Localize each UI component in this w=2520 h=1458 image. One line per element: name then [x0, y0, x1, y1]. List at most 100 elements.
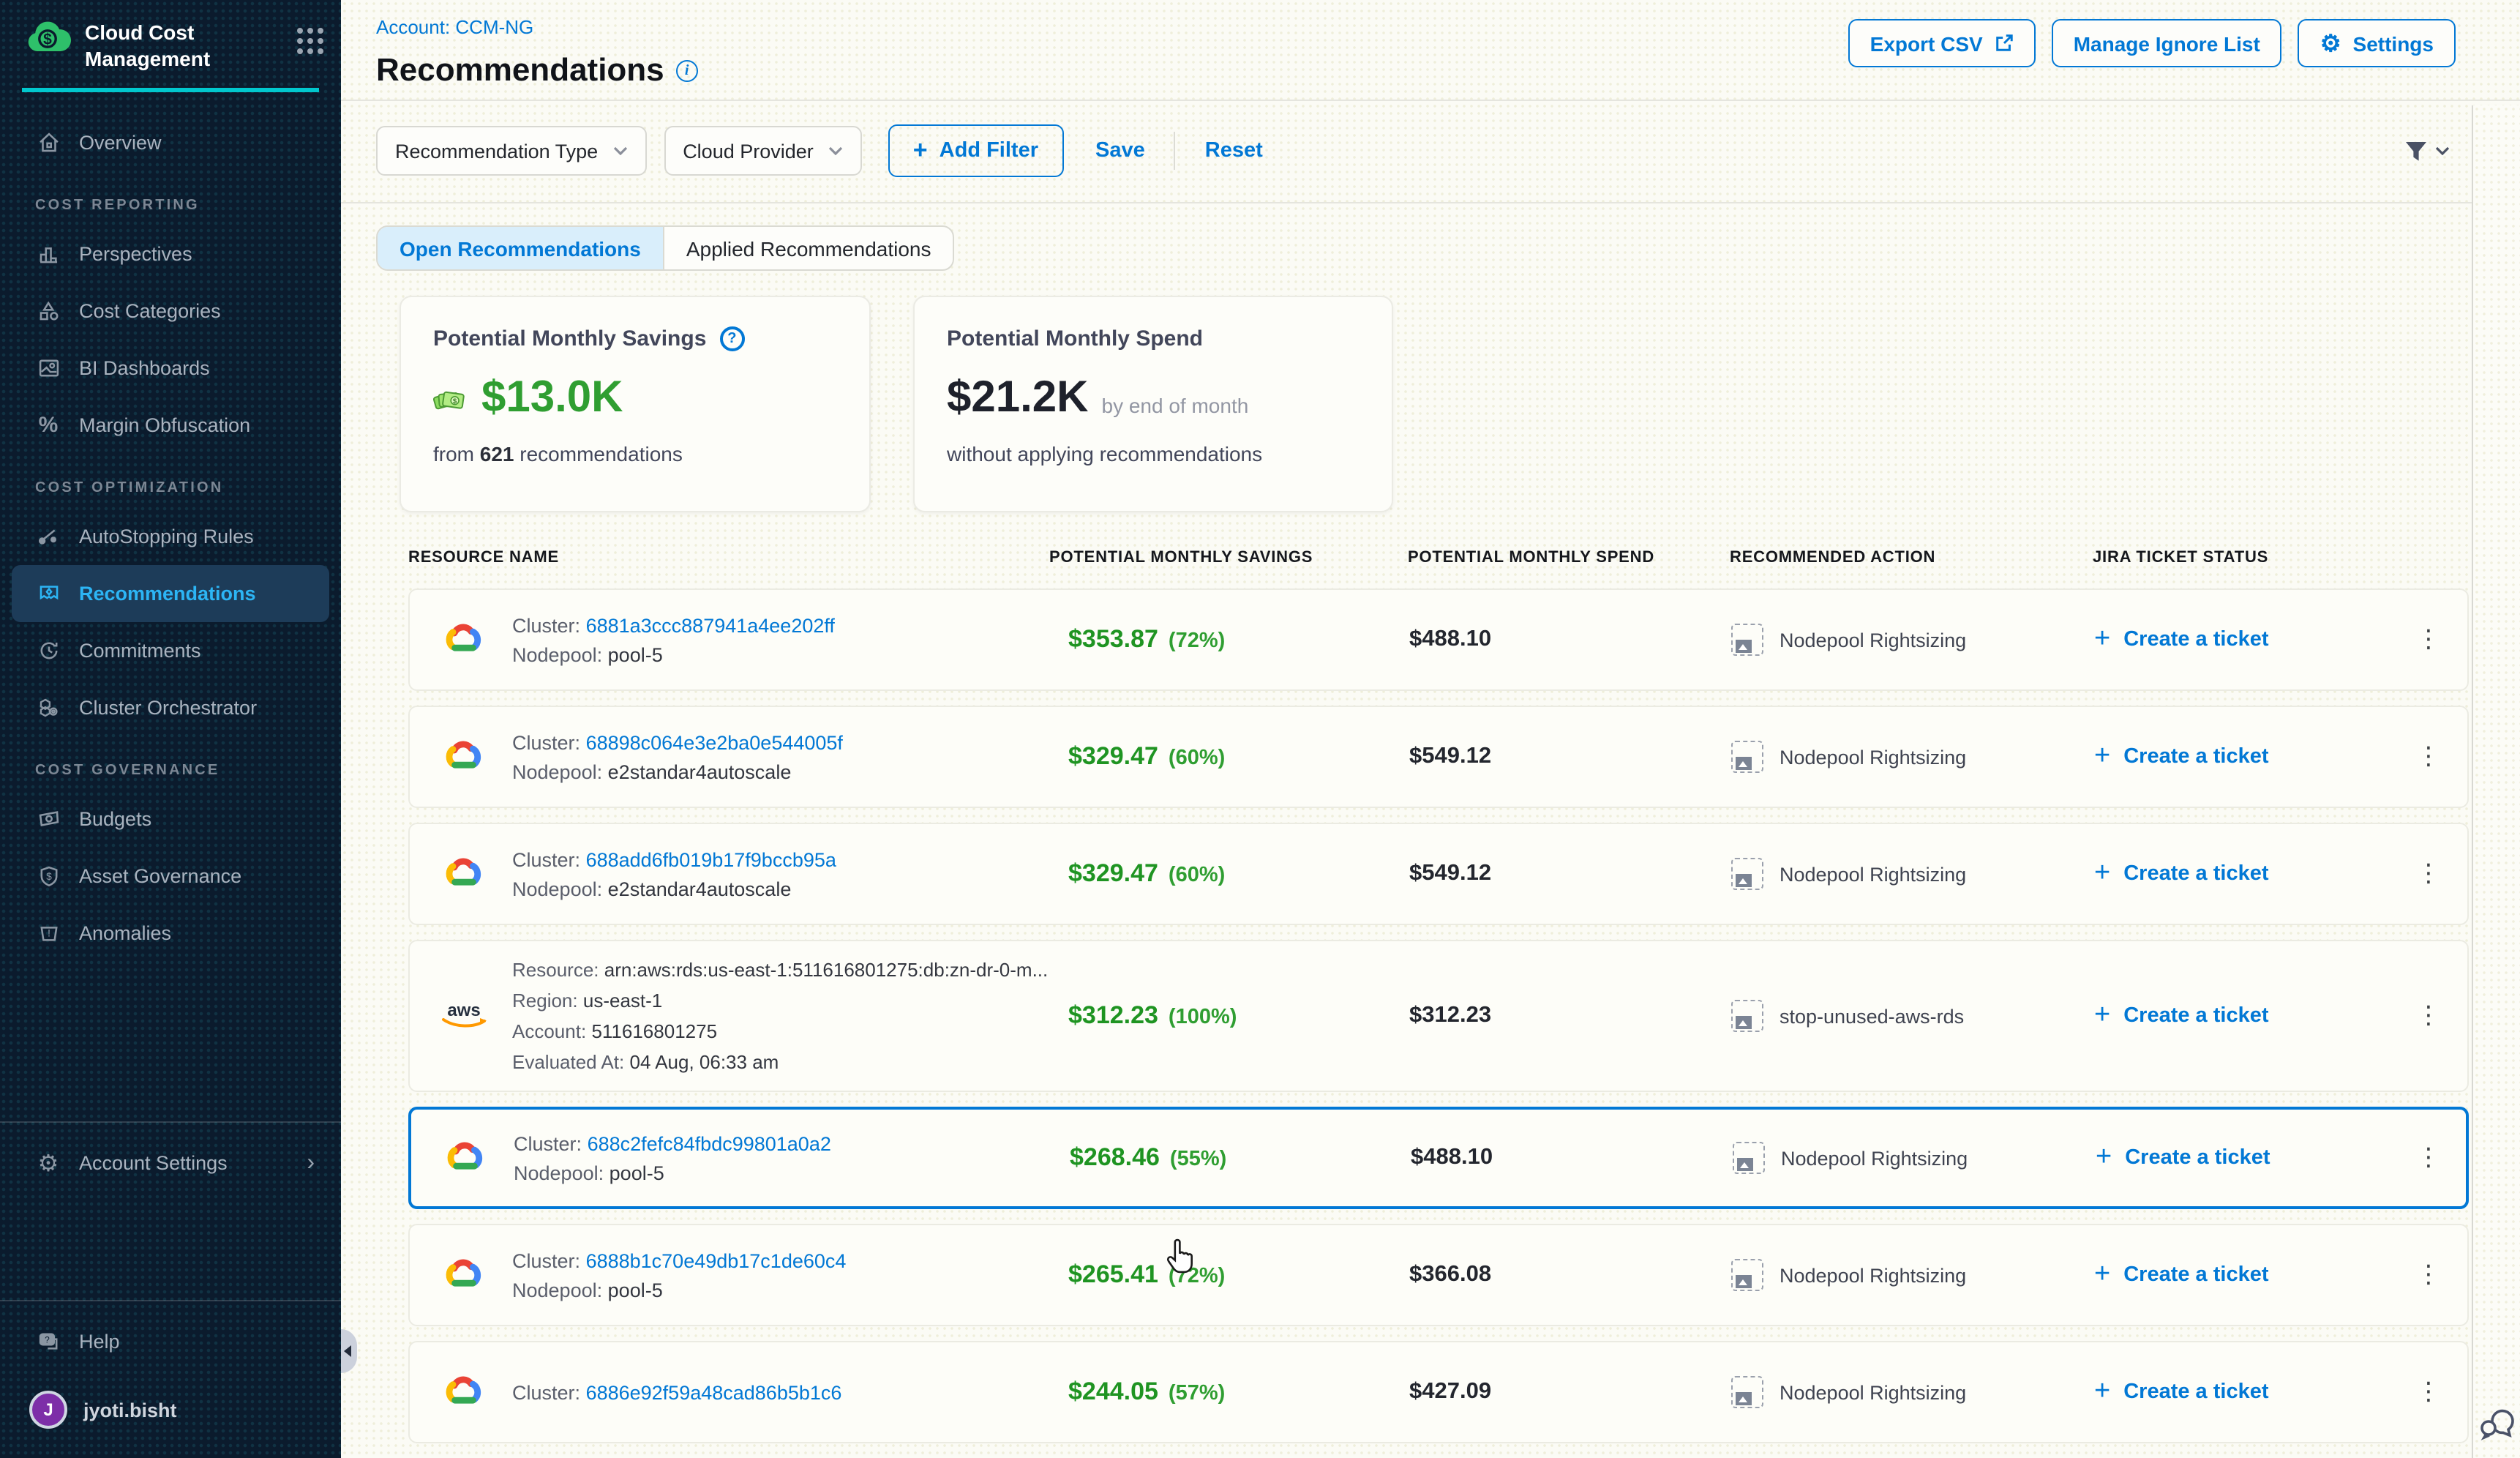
sidebar-item-label: Asset Governance — [79, 866, 241, 888]
cluster-link[interactable]: 688add6fb019b17f9bccb95a — [586, 848, 836, 870]
gcp-logo-icon — [439, 739, 489, 774]
sidebar-item-label: Budgets — [79, 809, 151, 831]
manage-ignore-list-button[interactable]: Manage Ignore List — [2052, 19, 2282, 67]
tab-open-recommendations[interactable]: Open Recommendations — [378, 227, 663, 269]
row-kebab-menu[interactable]: ⋮ — [2407, 1260, 2451, 1290]
gcp-logo-icon — [439, 856, 489, 891]
action-cell: Nodepool Rightsizing — [1731, 1259, 2094, 1291]
create-ticket-button[interactable]: + Create a ticket — [2096, 1142, 2393, 1174]
recommendation-type-dropdown[interactable]: Recommendation Type — [376, 127, 646, 176]
table-row[interactable]: Cluster: 6888b1c70e49db17c1de60c4 Nodepo… — [408, 1224, 2469, 1326]
create-ticket-button[interactable]: + Create a ticket — [2094, 1376, 2391, 1408]
sidebar-item-margin-obfuscation[interactable]: % Margin Obfuscation — [0, 397, 341, 455]
sidebar-item-label: Cost Categories — [79, 301, 221, 323]
cluster-link[interactable]: 6881a3ccc887941a4ee202ff — [586, 614, 835, 636]
reset-filter-button[interactable]: Reset — [1205, 140, 1263, 163]
sidebar-item-bi-dashboards[interactable]: BI Dashboards — [0, 340, 341, 397]
chevron-down-icon — [612, 147, 627, 156]
export-csv-button[interactable]: Export CSV — [1848, 19, 2036, 67]
savings-cell: $353.87(72%) — [1051, 625, 1409, 654]
help-chat-icon: ? — [35, 1328, 61, 1355]
savings-cell: $329.47(60%) — [1051, 742, 1409, 771]
rightsizing-icon — [1731, 1259, 1763, 1291]
gear-icon: ⚙ — [2320, 29, 2341, 58]
help-circle-icon[interactable]: ? — [719, 326, 744, 351]
row-kebab-menu[interactable]: ⋮ — [2407, 1143, 2451, 1173]
create-ticket-button[interactable]: + Create a ticket — [2094, 1259, 2391, 1291]
sidebar-item-cluster-orchestrator[interactable]: Cluster Orchestrator — [0, 680, 341, 737]
dashboard-image-icon — [35, 356, 61, 382]
create-ticket-button[interactable]: + Create a ticket — [2094, 624, 2391, 656]
brand: $ Cloud Cost Management — [0, 0, 341, 72]
settings-button[interactable]: ⚙ Settings — [2298, 19, 2456, 67]
sidebar: $ Cloud Cost Management Overview COST RE… — [0, 0, 341, 1458]
spend-cell: $488.10 — [1409, 627, 1731, 653]
row-kebab-menu[interactable]: ⋮ — [2407, 742, 2451, 771]
sidebar-item-asset-governance[interactable]: $ Asset Governance — [0, 848, 341, 905]
cluster-link[interactable]: 688c2fefc84fbdc99801a0a2 — [588, 1132, 831, 1154]
external-link-icon — [1995, 34, 2014, 53]
cluster-link[interactable]: 6888b1c70e49db17c1de60c4 — [586, 1249, 847, 1271]
table-row[interactable]: Cluster: 6881a3ccc887941a4ee202ff Nodepo… — [408, 588, 2469, 691]
chevron-right-icon: › — [307, 1150, 326, 1176]
spend-cell: $549.12 — [1409, 744, 1731, 770]
row-kebab-menu[interactable]: ⋮ — [2407, 1377, 2451, 1407]
recommendations-icon — [35, 581, 61, 608]
brand-line2: Management — [85, 45, 297, 72]
sidebar-item-autostopping-rules[interactable]: AutoStopping Rules — [0, 509, 341, 566]
home-icon — [35, 130, 61, 157]
create-ticket-button[interactable]: + Create a ticket — [2094, 741, 2391, 773]
table-row[interactable]: Cluster: 68898c064e3e2ba0e544005f Nodepo… — [408, 706, 2469, 808]
resource-center-icon[interactable] — [2478, 1402, 2516, 1440]
sidebar-item-recommendations[interactable]: Recommendations — [12, 566, 329, 623]
sidebar-item-budgets[interactable]: Budgets — [0, 791, 341, 848]
recommendations-table: RESOURCE NAME POTENTIAL MONTHLY SAVINGS … — [408, 549, 2469, 1443]
page-header: Account: CCM-NG Recommendations i Export… — [341, 0, 2520, 101]
add-filter-button[interactable]: + Add Filter — [888, 125, 1063, 178]
percent-icon: % — [35, 413, 61, 439]
table-row-selected[interactable]: Cluster: 688c2fefc84fbdc99801a0a2 Nodepo… — [408, 1107, 2469, 1209]
user-profile[interactable]: J jyoti.bisht — [0, 1376, 341, 1443]
table-row[interactable]: Cluster: 688add6fb019b17f9bccb95a Nodepo… — [408, 823, 2469, 925]
sidebar-item-cost-categories[interactable]: Cost Categories — [0, 283, 341, 340]
sidebar-divider — [0, 1300, 341, 1301]
sidebar-item-label: Account Settings — [79, 1152, 228, 1174]
tab-applied-recommendations[interactable]: Applied Recommendations — [663, 227, 953, 269]
filter-bar: Recommendation Type Cloud Provider + Add… — [341, 101, 2520, 203]
clock-refresh-icon — [35, 638, 61, 665]
cluster-link[interactable]: 68898c064e3e2ba0e544005f — [586, 731, 843, 753]
svg-text:?: ? — [44, 1334, 49, 1345]
bar-chart-icon — [35, 242, 61, 268]
banknote-icon — [35, 807, 61, 833]
sidebar-item-help[interactable]: ? Help — [0, 1313, 341, 1370]
sidebar-item-commitments[interactable]: Commitments — [0, 623, 341, 680]
row-kebab-menu[interactable]: ⋮ — [2407, 625, 2451, 654]
info-icon[interactable]: i — [676, 59, 698, 81]
sidebar-item-overview[interactable]: Overview — [0, 115, 341, 172]
table-row[interactable]: aws Resource: arn:aws:rds:us-east-1:5116… — [408, 940, 2469, 1092]
filter-panel-toggle[interactable] — [2404, 141, 2450, 162]
ccm-cloud-dollar-logo-icon: $ — [22, 19, 72, 59]
row-kebab-menu[interactable]: ⋮ — [2407, 859, 2451, 889]
sidebar-item-anomalies[interactable]: ! Anomalies — [0, 905, 341, 962]
table-header: RESOURCE NAME POTENTIAL MONTHLY SAVINGS … — [408, 549, 2469, 588]
scrollbar-gutter[interactable] — [2472, 105, 2520, 1458]
save-filter-button[interactable]: Save — [1095, 140, 1145, 163]
sidebar-item-label: Overview — [79, 132, 162, 154]
col-resource-name: RESOURCE NAME — [408, 549, 1049, 567]
chevron-down-icon — [2435, 147, 2450, 156]
table-row[interactable]: Cluster: 6886e92f59a48cad86b5b1c6 $244.0… — [408, 1341, 2469, 1443]
sidebar-item-account-settings[interactable]: ⚙ Account Settings › — [0, 1134, 341, 1192]
create-ticket-button[interactable]: + Create a ticket — [2094, 1000, 2391, 1032]
create-ticket-button[interactable]: + Create a ticket — [2094, 858, 2391, 890]
module-grid-icon[interactable] — [297, 28, 323, 54]
account-breadcrumb[interactable]: Account: CCM-NG — [376, 16, 533, 38]
cluster-link[interactable]: 6886e92f59a48cad86b5b1c6 — [586, 1381, 842, 1403]
spend-cell: $366.08 — [1409, 1262, 1731, 1288]
row-kebab-menu[interactable]: ⋮ — [2407, 1001, 2451, 1031]
cloud-provider-dropdown[interactable]: Cloud Provider — [664, 127, 862, 176]
sidebar-item-perspectives[interactable]: Perspectives — [0, 226, 341, 283]
avatar: J — [29, 1391, 67, 1429]
funnel-icon — [2404, 141, 2428, 162]
plus-icon: + — [2094, 1376, 2110, 1408]
